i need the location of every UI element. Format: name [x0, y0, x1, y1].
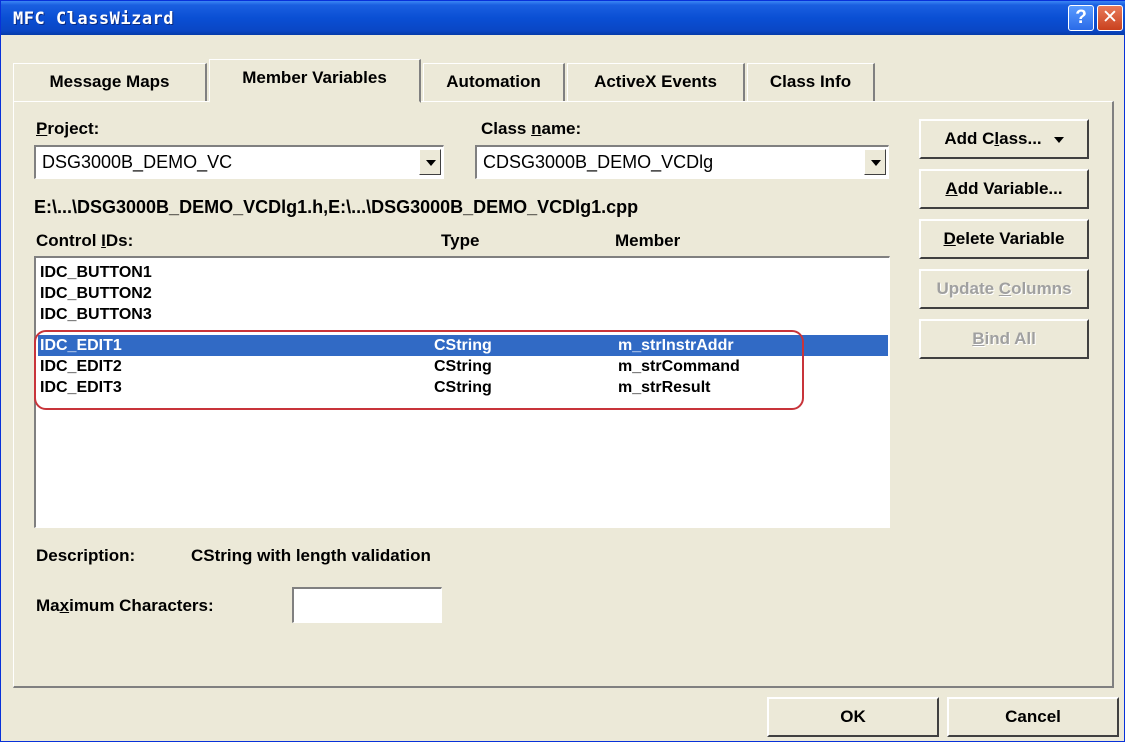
project-combo[interactable]: DSG3000B_DEMO_VC: [34, 145, 444, 179]
member-header: Member: [615, 231, 681, 250]
control-ids-header: Control IDs:: [36, 231, 134, 250]
window-title: MFC ClassWizard: [13, 9, 175, 29]
control-id: IDC_EDIT3: [40, 379, 122, 396]
tab-member-variables[interactable]: Member Variables: [209, 59, 421, 103]
bind-all-button[interactable]: Bind All: [919, 319, 1089, 359]
variable-type: CString: [434, 337, 492, 354]
max-characters-label: Maximum Characters:: [36, 596, 214, 615]
class-name-combo[interactable]: CDSG3000B_DEMO_VCDlg: [475, 145, 889, 179]
description-value: CString with length validation: [191, 546, 431, 565]
member-name: m_strCommand: [618, 358, 740, 375]
project-label: Project:: [36, 119, 100, 138]
add-class-button[interactable]: Add Class...: [919, 119, 1089, 159]
control-id: IDC_BUTTON1: [40, 264, 152, 281]
tab-activex-events[interactable]: ActiveX Events: [567, 63, 745, 101]
type-header: Type: [441, 231, 480, 250]
control-id: IDC_EDIT2: [40, 358, 122, 375]
control-ids-list[interactable]: IDC_BUTTON1 IDC_BUTTON2 IDC_BUTTON3 IDC_…: [34, 256, 890, 528]
add-variable-button[interactable]: Add Variable...: [919, 169, 1089, 209]
title-bar[interactable]: MFC ClassWizard ? ✕: [1, 1, 1125, 35]
list-row[interactable]: IDC_BUTTON3: [38, 304, 888, 325]
control-id: IDC_BUTTON3: [40, 306, 152, 323]
chevron-down-icon: [1053, 136, 1064, 143]
update-columns-button[interactable]: Update Columns: [919, 269, 1089, 309]
help-button[interactable]: ?: [1068, 5, 1094, 31]
list-row[interactable]: IDC_EDIT2 CString m_strCommand: [38, 356, 888, 377]
variable-type: CString: [434, 358, 492, 375]
list-row-selected[interactable]: IDC_EDIT1 CString m_strInstrAddr: [38, 335, 888, 356]
classwizard-window: MFC ClassWizard ? ✕ Message Maps Member …: [0, 0, 1125, 742]
tab-message-maps[interactable]: Message Maps: [13, 63, 207, 101]
ok-button[interactable]: OK: [767, 697, 939, 737]
tab-class-info[interactable]: Class Info: [747, 63, 875, 101]
class-name-value: CDSG3000B_DEMO_VCDlg: [483, 152, 714, 172]
member-name: m_strResult: [618, 379, 711, 396]
cancel-button[interactable]: Cancel: [947, 697, 1119, 737]
list-row[interactable]: IDC_BUTTON1: [38, 262, 888, 283]
control-id: IDC_BUTTON2: [40, 285, 152, 302]
project-value: DSG3000B_DEMO_VC: [42, 152, 233, 172]
chevron-down-icon[interactable]: [419, 149, 441, 175]
list-row[interactable]: IDC_BUTTON2: [38, 283, 888, 304]
class-name-label: Class name:: [481, 119, 582, 138]
chevron-down-icon[interactable]: [864, 149, 886, 175]
list-row[interactable]: IDC_EDIT3 CString m_strResult: [38, 377, 888, 398]
delete-variable-button[interactable]: Delete Variable: [919, 219, 1089, 259]
description-label: Description:: [36, 546, 136, 565]
tab-automation[interactable]: Automation: [423, 63, 565, 101]
variable-type: CString: [434, 379, 492, 396]
file-path: E:\...\DSG3000B_DEMO_VCDlg1.h,E:\...\DSG…: [34, 197, 639, 217]
max-characters-input[interactable]: [292, 587, 442, 623]
member-name: m_strInstrAddr: [618, 337, 734, 354]
control-id: IDC_EDIT1: [40, 337, 122, 354]
close-button[interactable]: ✕: [1097, 5, 1123, 31]
